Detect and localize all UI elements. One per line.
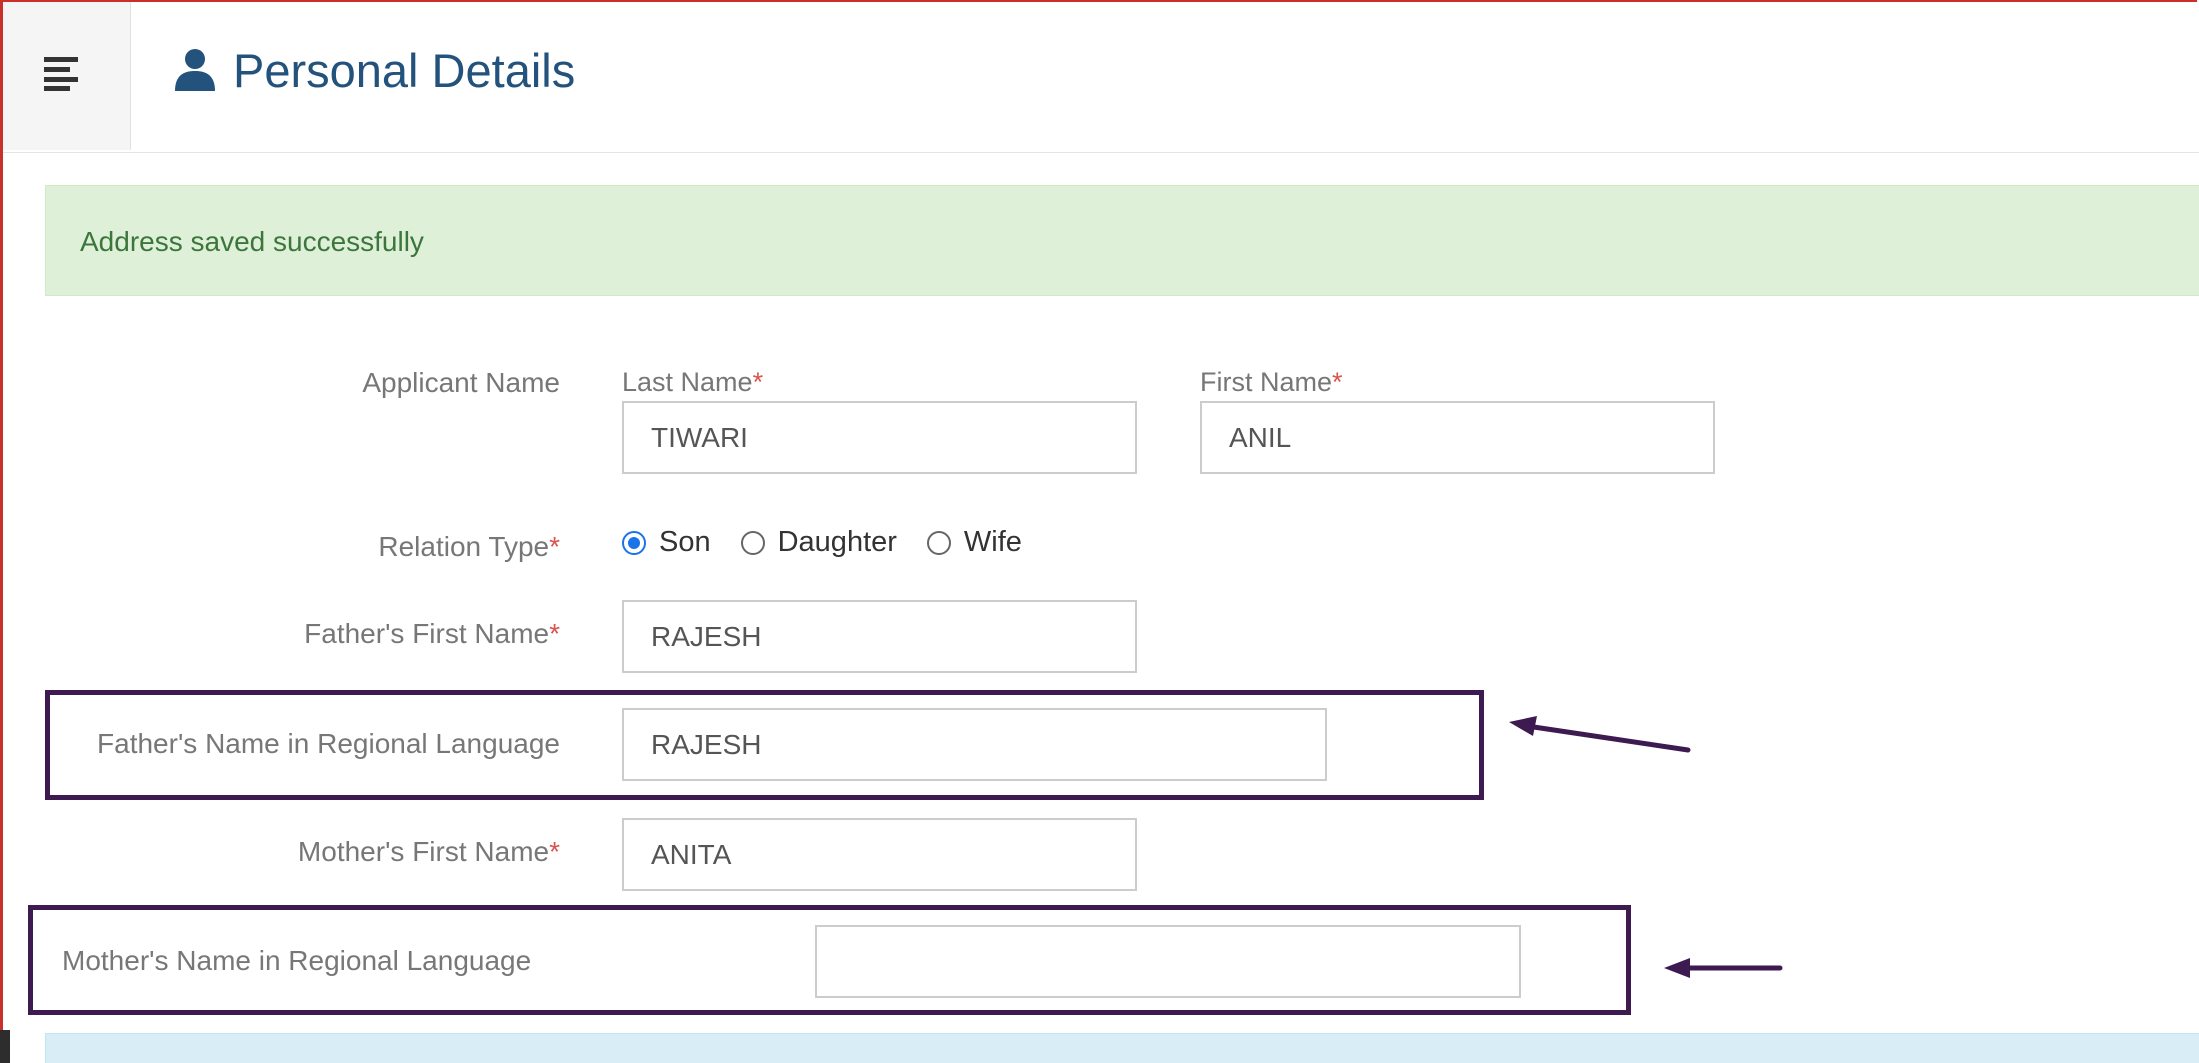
user-icon [175, 49, 215, 91]
radio-daughter[interactable] [740, 530, 765, 555]
success-alert: Address saved successfully [45, 185, 2199, 296]
page-title-wrap: Personal Details [173, 40, 575, 100]
hamburger-menu-icon [44, 57, 78, 91]
relation-type-label-text: Relation Type [378, 531, 550, 562]
required-mark: * [549, 836, 560, 867]
applicant-name-label: Applicant Name [362, 367, 560, 399]
mother-regional-label: Mother's Name in Regional Language [62, 945, 532, 976]
mother-regional-name-input[interactable] [815, 925, 1521, 998]
required-mark: * [549, 618, 560, 649]
radio-wife[interactable] [926, 530, 951, 555]
last-name-input[interactable]: TIWARI [622, 401, 1137, 474]
applicant-name-label-text: Applicant Name [362, 367, 560, 398]
mother-first-name-input[interactable]: ANITA [622, 818, 1137, 891]
father-first-name-input[interactable]: RAJESH [622, 600, 1137, 673]
window-frame [0, 0, 2197, 1061]
father-first-name-label-text: Father's First Name [304, 618, 550, 649]
first-name-label-text: First Name [1200, 367, 1333, 397]
info-alert [45, 1033, 2199, 1063]
first-name-label: First Name* [1200, 367, 1343, 398]
relation-type-radio-group: Son Daughter Wife [622, 526, 1052, 559]
page-header: Personal Details [3, 2, 2199, 153]
menu-toggle-button[interactable] [3, 2, 131, 150]
radio-son-label[interactable]: Son [659, 526, 711, 559]
radio-daughter-label[interactable]: Daughter [778, 526, 897, 559]
first-name-input[interactable]: ANIL [1200, 401, 1715, 474]
success-alert-message: Address saved successfully [80, 226, 424, 257]
page-title: Personal Details [233, 43, 576, 97]
annotation-arrow-icon [1509, 716, 1691, 753]
last-name-label: Last Name* [622, 367, 763, 398]
background-edge [0, 1030, 10, 1063]
radio-son[interactable] [622, 530, 646, 555]
required-mark: * [1332, 367, 1343, 397]
annotation-arrow-icon [1664, 958, 1783, 978]
father-first-name-label: Father's First Name* [304, 618, 560, 650]
father-regional-label: Father's Name in Regional Language [97, 728, 560, 759]
father-regional-name-input[interactable]: RAJESH [622, 708, 1327, 781]
mother-first-name-label-text: Mother's First Name [297, 836, 550, 867]
required-mark: * [752, 367, 764, 397]
relation-type-label: Relation Type* [378, 531, 560, 563]
last-name-label-text: Last Name [622, 367, 753, 397]
mother-first-name-label: Mother's First Name* [298, 836, 560, 868]
required-mark: * [549, 531, 560, 562]
radio-wife-label[interactable]: Wife [964, 526, 1022, 559]
